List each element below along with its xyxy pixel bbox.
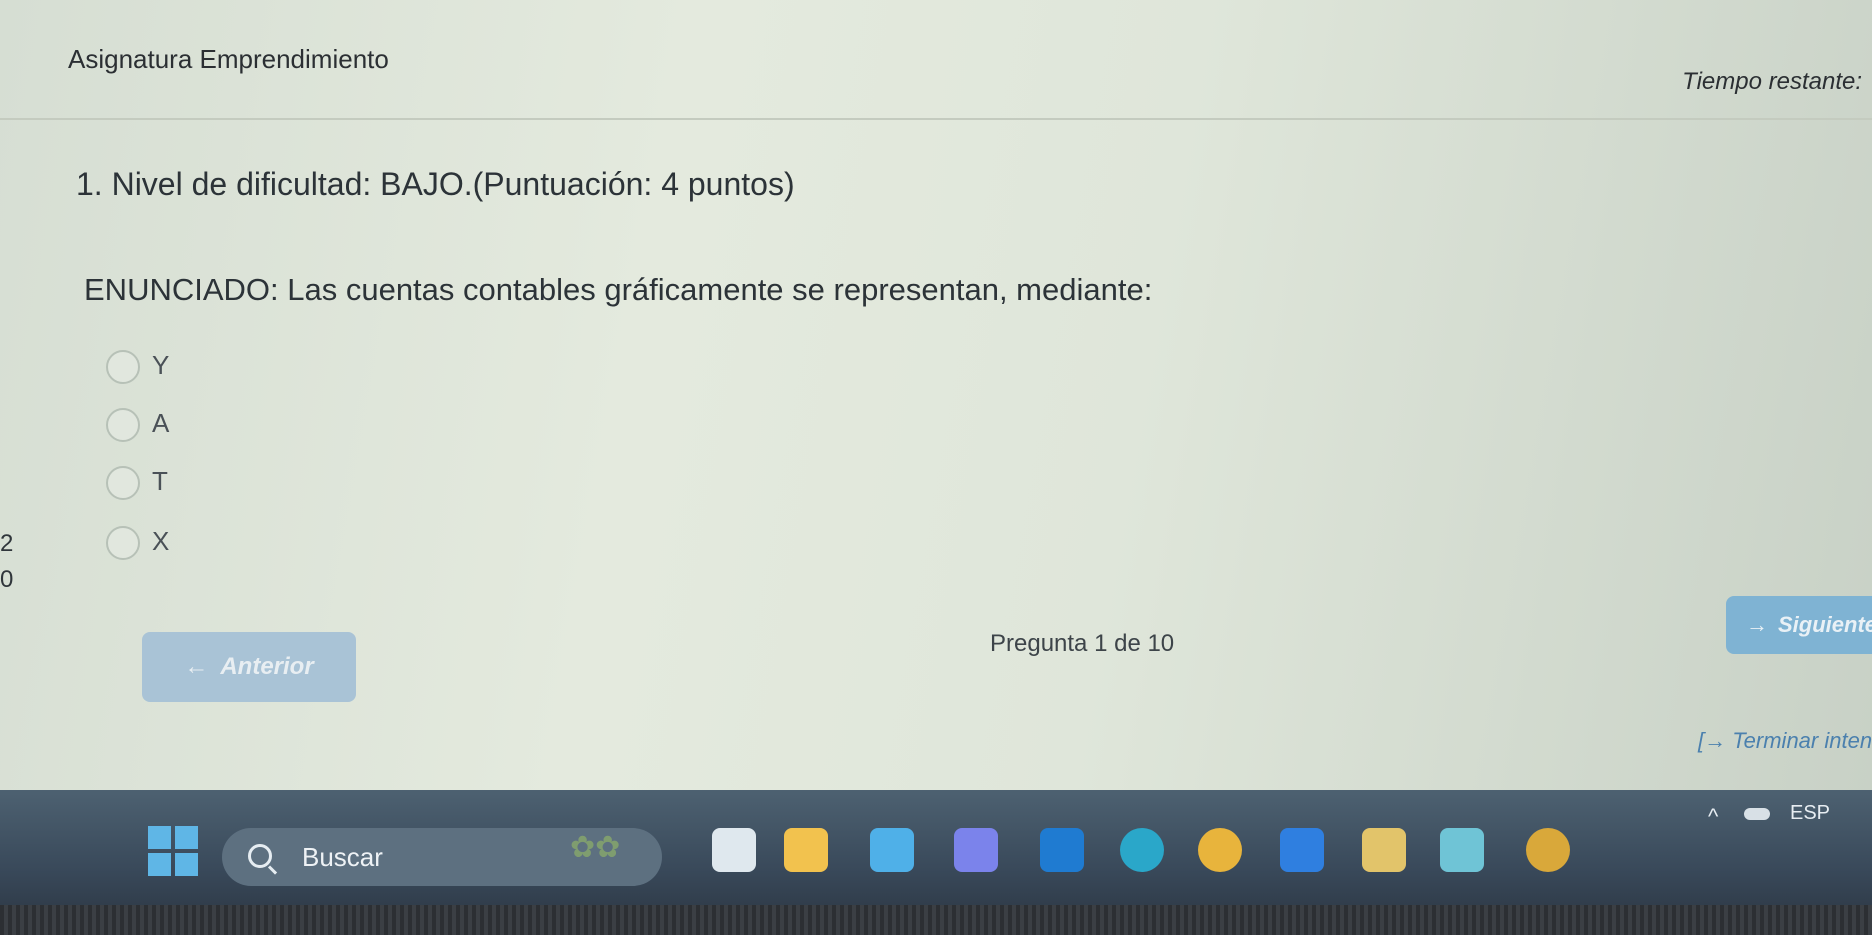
chevron-up-icon[interactable]: ^ — [1708, 804, 1718, 830]
question-title: 1. Nivel de dificultad: BAJO.(Puntuación… — [76, 166, 795, 202]
finish-attempt-link[interactable]: [→ Terminar intento — [1698, 728, 1872, 754]
option-label: T — [152, 466, 168, 496]
option-x[interactable]: X — [106, 522, 406, 568]
arrow-left-icon: ← — [184, 653, 209, 680]
arrow-right-icon: → — [1746, 612, 1768, 637]
previous-button[interactable]: ← Anterior — [142, 632, 356, 702]
search-icon — [248, 844, 272, 868]
file-explorer-icon[interactable] — [784, 828, 828, 872]
edge-icon[interactable] — [1120, 828, 1164, 872]
search-highlight-icon: ✿✿ — [570, 831, 621, 864]
language-indicator[interactable]: ESP — [1790, 802, 1830, 825]
dropbox-icon[interactable] — [1280, 828, 1324, 872]
option-label: Y — [152, 350, 170, 380]
edge-number: 0 — [0, 566, 14, 593]
radio-button[interactable] — [106, 526, 140, 560]
time-remaining-label: Tiempo restante: — [1682, 68, 1862, 95]
question-pager: Pregunta 1 de 10 — [990, 630, 1175, 657]
cloud-icon[interactable] — [1744, 808, 1770, 820]
radio-button[interactable] — [106, 408, 140, 442]
exit-icon: [→ — [1698, 728, 1727, 753]
edge-number: 2 — [0, 530, 14, 557]
store-icon[interactable] — [870, 828, 914, 872]
chrome-icon[interactable] — [1198, 828, 1242, 872]
windows-start-icon[interactable] — [148, 826, 198, 876]
finish-label: Terminar intento — [1732, 728, 1872, 753]
question-stem: ENUNCIADO: Las cuentas contables gráfica… — [84, 272, 1153, 307]
search-placeholder: Buscar — [302, 842, 383, 872]
copilot-icon[interactable] — [712, 828, 756, 872]
course-title: Asignatura Emprendimiento — [68, 44, 389, 74]
outlook-icon[interactable] — [1040, 828, 1084, 872]
option-label: A — [152, 408, 170, 438]
option-label: X — [152, 526, 170, 556]
teams-icon[interactable] — [954, 828, 998, 872]
radio-button[interactable] — [106, 350, 140, 384]
next-button[interactable]: → Siguiente — [1726, 596, 1872, 654]
check-app-icon[interactable] — [1440, 828, 1484, 872]
laptop-bezel — [0, 905, 1872, 935]
option-a[interactable]: A — [106, 404, 406, 450]
next-label: Siguiente — [1778, 612, 1872, 637]
calculator-icon[interactable] — [1362, 828, 1406, 872]
option-t[interactable]: T — [106, 462, 406, 508]
browser-page: Asignatura Emprendimiento Tiempo restant… — [0, 0, 1872, 800]
radio-button[interactable] — [106, 466, 140, 500]
previous-label: Anterior — [220, 653, 314, 680]
chrome-profile-icon[interactable] — [1526, 828, 1570, 872]
quiz-header: Asignatura Emprendimiento Tiempo restant… — [0, 0, 1872, 120]
option-y[interactable]: Y — [106, 346, 406, 392]
